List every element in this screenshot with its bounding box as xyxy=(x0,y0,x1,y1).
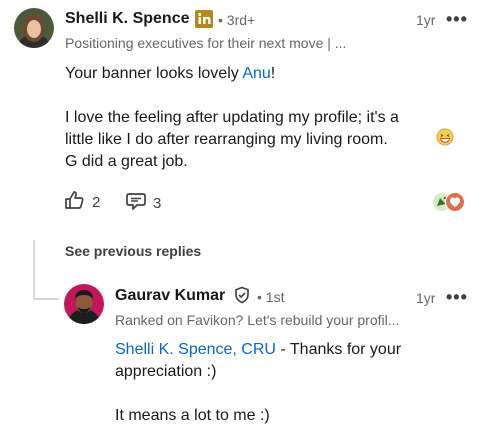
reply-more-icon[interactable]: ••• xyxy=(446,288,468,306)
reply-degree: • 1st xyxy=(257,289,285,305)
like-button[interactable]: 2 xyxy=(64,190,100,214)
thread-connector xyxy=(33,240,35,300)
linkedin-premium-icon xyxy=(195,10,213,28)
reply-author-name[interactable]: Gaurav Kumar xyxy=(115,287,225,305)
gaurav-avatar[interactable] xyxy=(64,284,104,324)
reply-mention-link[interactable]: Shelli K. Spence, CRU xyxy=(115,341,276,358)
reply-time: 1yr xyxy=(416,290,436,306)
reply-body: Shelli K. Spence, CRU - Thanks for your … xyxy=(115,341,402,424)
thread-connector-branch xyxy=(33,298,59,300)
reply-button[interactable]: 3 xyxy=(125,191,161,215)
comment-headline: Positioning executives for their next mo… xyxy=(65,35,347,51)
reply-count: 3 xyxy=(153,194,162,212)
reply-headline: Ranked on Favikon? Let's rebuild your pr… xyxy=(115,312,400,328)
see-previous-replies[interactable]: See previous replies xyxy=(65,243,201,259)
like-count: 2 xyxy=(92,193,101,211)
shelli-avatar[interactable] xyxy=(14,8,54,48)
comment-time: 1yr xyxy=(416,12,436,28)
comment-degree: • 3rd+ xyxy=(218,12,256,28)
more-icon[interactable]: ••• xyxy=(446,10,468,28)
verified-shield-icon xyxy=(233,286,251,304)
comment-body: Your banner looks lovely Anu! I love the… xyxy=(65,65,399,170)
comment-icon xyxy=(125,191,147,215)
thumbs-up-icon xyxy=(64,190,86,214)
reactions-summary[interactable] xyxy=(432,192,468,212)
mention-link[interactable]: Anu xyxy=(242,65,270,82)
love-reaction-icon xyxy=(445,192,465,212)
grin-emoji-icon xyxy=(436,128,454,146)
comment-author-name[interactable]: Shelli K. Spence xyxy=(65,10,189,28)
